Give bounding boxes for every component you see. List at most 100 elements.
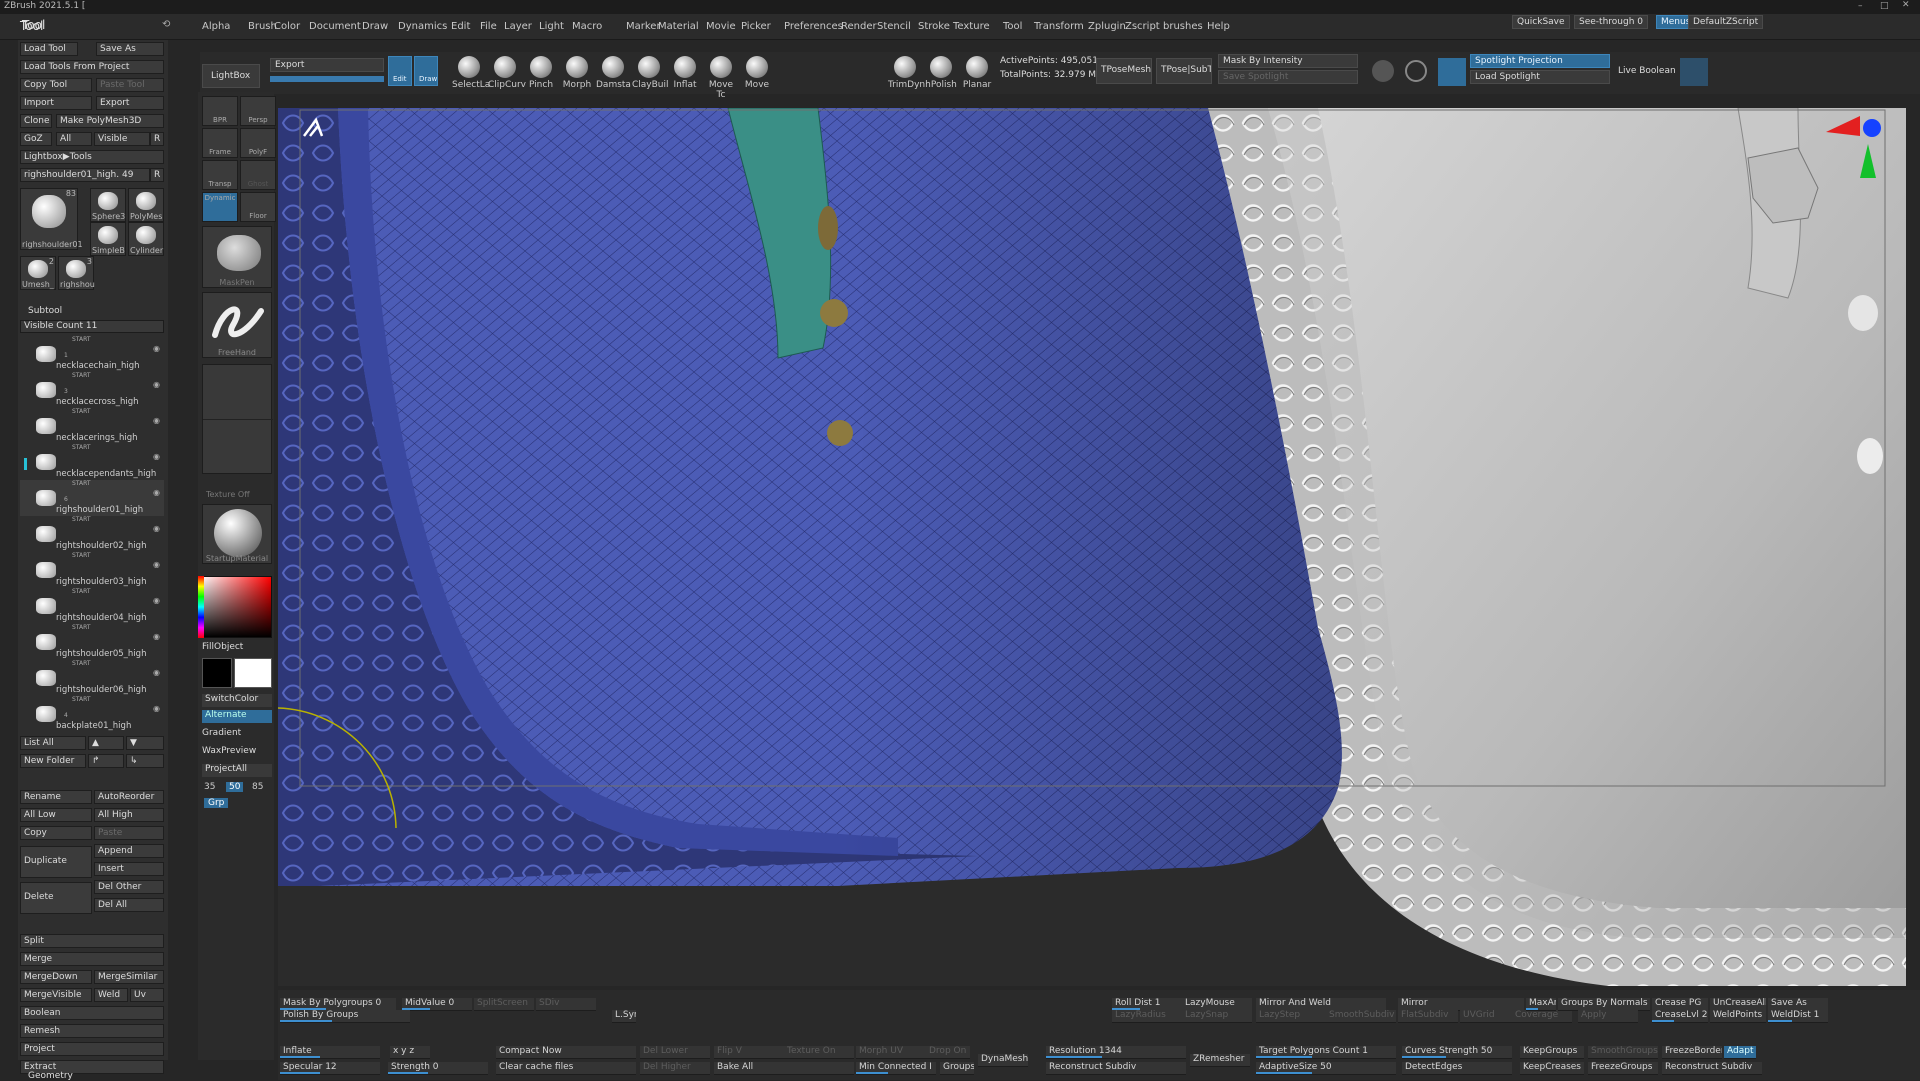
secondary-color-swatch[interactable] bbox=[234, 658, 272, 688]
menu-document[interactable]: Document bbox=[309, 21, 361, 32]
flatsubdiv-button[interactable]: FlatSubdiv bbox=[1398, 1010, 1458, 1023]
subtool-item[interactable]: START necklacependants_high ◉ bbox=[20, 444, 164, 480]
reconstruct-subdiv-button[interactable]: Reconstruct Subdiv bbox=[1046, 1062, 1186, 1075]
grp-button[interactable]: Grp bbox=[204, 798, 229, 808]
sdiv-slider[interactable]: SDiv bbox=[536, 998, 596, 1011]
specular-slider[interactable]: Specular 12 bbox=[280, 1062, 380, 1075]
floor-button[interactable]: Floor bbox=[240, 192, 276, 222]
compact-now-button[interactable]: Compact Now bbox=[496, 1046, 636, 1059]
remesh-button[interactable]: Remesh bbox=[20, 1024, 164, 1038]
export-button[interactable]: Export bbox=[270, 58, 384, 72]
mask-by-intensity-button[interactable]: Mask By Intensity bbox=[1218, 54, 1358, 68]
mergesimilar-button[interactable]: MergeSimilar bbox=[94, 970, 164, 984]
del-lower-button[interactable]: Del Lower bbox=[640, 1046, 710, 1059]
tool-thumb[interactable]: Umesh_ 2 bbox=[20, 256, 56, 290]
menu-picker[interactable]: Picker bbox=[741, 21, 771, 32]
strength-slider[interactable]: Strength 0 bbox=[388, 1062, 488, 1075]
arrow-up-icon[interactable]: ▲ bbox=[88, 736, 124, 750]
projectall-button[interactable]: ProjectAll bbox=[202, 764, 272, 777]
subtool-item[interactable]: START 3 necklacecross_high ◉ bbox=[20, 372, 164, 408]
main-color-swatch[interactable] bbox=[202, 658, 232, 688]
save-as-button[interactable]: Save As bbox=[96, 42, 164, 56]
waxpreview-button[interactable]: WaxPreview bbox=[202, 746, 272, 756]
all-button[interactable]: All bbox=[56, 132, 92, 146]
polyf-button[interactable]: PolyF bbox=[240, 128, 276, 158]
keepgroups-button[interactable]: KeepGroups bbox=[1520, 1046, 1584, 1059]
tool-thumb[interactable]: PolyMes bbox=[128, 188, 164, 222]
menu-zscript[interactable]: Zscript bbox=[1125, 21, 1160, 32]
subtool-item[interactable]: START rightshoulder05_high ◉ bbox=[20, 624, 164, 660]
goz-button[interactable]: GoZ bbox=[20, 132, 52, 146]
project-button[interactable]: Project bbox=[20, 1042, 164, 1056]
copy-tool-button[interactable]: Copy Tool bbox=[20, 78, 92, 92]
brush-trimdyn[interactable]: TrimDyn bbox=[888, 56, 925, 90]
subtool-item[interactable]: START rightshoulder02_high ◉ bbox=[20, 516, 164, 552]
r2-button[interactable]: R bbox=[150, 168, 164, 182]
drop-on-button[interactable]: Drop On bbox=[926, 1046, 970, 1059]
uvgrid-button[interactable]: UVGrid bbox=[1460, 1010, 1512, 1023]
menu-marker[interactable]: Marker bbox=[626, 21, 661, 32]
export-tool-button[interactable]: Export bbox=[96, 96, 164, 110]
subtool-item[interactable]: START rightshoulder06_high ◉ bbox=[20, 660, 164, 696]
visibility-eye-icon[interactable]: ◉ bbox=[153, 560, 160, 569]
smooth-subdiv-button[interactable]: SmoothSubdiv bbox=[1326, 1010, 1396, 1023]
curves-strength-slider[interactable]: Curves Strength 50 bbox=[1402, 1046, 1512, 1059]
morph-uv-button[interactable]: Morph UV bbox=[856, 1046, 926, 1059]
visibility-eye-icon[interactable]: ◉ bbox=[153, 632, 160, 641]
tool-thumb[interactable]: righshou 3 bbox=[58, 256, 95, 290]
menu-preferences[interactable]: Preferences bbox=[784, 21, 843, 32]
visibility-eye-icon[interactable]: ◉ bbox=[153, 524, 160, 533]
all-high-button[interactable]: All High bbox=[94, 808, 164, 822]
menu-macro[interactable]: Macro bbox=[572, 21, 602, 32]
new-folder-button[interactable]: New Folder bbox=[20, 754, 86, 768]
menu-light[interactable]: Light bbox=[539, 21, 564, 32]
spotlight-dial-icon[interactable] bbox=[1372, 60, 1394, 82]
hue-bar[interactable] bbox=[198, 576, 204, 638]
arrow-down-icon[interactable]: ▼ bbox=[126, 736, 164, 750]
target-poly-slider[interactable]: Target Polygons Count 1 bbox=[1256, 1046, 1396, 1059]
freezeborder-button[interactable]: FreezeBorder bbox=[1662, 1046, 1722, 1059]
weld-button[interactable]: Weld bbox=[94, 988, 128, 1002]
menu-brush[interactable]: Brush bbox=[248, 21, 277, 32]
subtool-item[interactable]: START 4 backplate01_high ◉ bbox=[20, 696, 164, 732]
brush-claybuil[interactable]: ClayBuil bbox=[632, 56, 669, 90]
insert-button[interactable]: Insert bbox=[94, 862, 164, 876]
polish-by-groups-slider[interactable]: Polish By Groups bbox=[280, 1010, 410, 1023]
zremesher-button[interactable]: ZRemesher bbox=[1190, 1054, 1250, 1067]
dynamic-button[interactable]: Dynamic bbox=[202, 192, 238, 222]
load-spotlight-button[interactable]: Load Spotlight bbox=[1470, 70, 1610, 84]
menu-file[interactable]: File bbox=[480, 21, 497, 32]
brush-move[interactable]: Move bbox=[740, 56, 774, 90]
keepcreases-button[interactable]: KeepCreases bbox=[1520, 1062, 1584, 1075]
menu-material[interactable]: Material bbox=[658, 21, 699, 32]
subtool-title[interactable]: Subtool bbox=[28, 306, 62, 316]
script-button[interactable]: DefaultZScript bbox=[1688, 15, 1764, 29]
load-from-project-button[interactable]: Load Tools From Project bbox=[20, 60, 164, 74]
seethrough-slider[interactable]: See-through 0 bbox=[1574, 15, 1648, 29]
menu-render[interactable]: Render bbox=[841, 21, 877, 32]
apply-button[interactable]: Apply bbox=[1578, 1010, 1638, 1023]
welddist-slider[interactable]: WeldDist 1 bbox=[1768, 1010, 1828, 1023]
xyz-toggle[interactable]: x y z bbox=[390, 1046, 430, 1059]
close-icon[interactable]: ✕ bbox=[1902, 0, 1910, 10]
tpose-subt-button[interactable]: TPose|SubT bbox=[1156, 58, 1212, 84]
clone-button[interactable]: Clone bbox=[20, 114, 52, 128]
brush-damsta[interactable]: Damsta bbox=[596, 56, 631, 90]
list-all-button[interactable]: List All bbox=[20, 736, 86, 750]
adaptive-size-slider[interactable]: AdaptiveSize 50 bbox=[1256, 1062, 1396, 1075]
quicksave-button[interactable]: QuickSave bbox=[1512, 15, 1570, 29]
outer-value[interactable]: 85 bbox=[252, 782, 263, 792]
menu-brushes[interactable]: brushes bbox=[1163, 21, 1203, 32]
menu-dynamics[interactable]: Dynamics bbox=[398, 21, 447, 32]
freezegroups-button[interactable]: FreezeGroups bbox=[1588, 1062, 1658, 1075]
bake-all-button[interactable]: Bake All bbox=[714, 1062, 854, 1075]
menu-transform[interactable]: Transform bbox=[1034, 21, 1084, 32]
subtool-item[interactable]: START rightshoulder03_high ◉ bbox=[20, 552, 164, 588]
menu-stencil[interactable]: Stencil bbox=[877, 21, 911, 32]
draw-button[interactable]: Draw bbox=[414, 56, 438, 86]
visibility-eye-icon[interactable]: ◉ bbox=[153, 704, 160, 713]
texture-on-button[interactable]: Texture On bbox=[784, 1046, 854, 1059]
tool-thumb[interactable]: Cylinder bbox=[128, 222, 164, 256]
visibility-eye-icon[interactable]: ◉ bbox=[153, 452, 160, 461]
dynamesh-button[interactable]: DynaMesh bbox=[978, 1054, 1028, 1067]
